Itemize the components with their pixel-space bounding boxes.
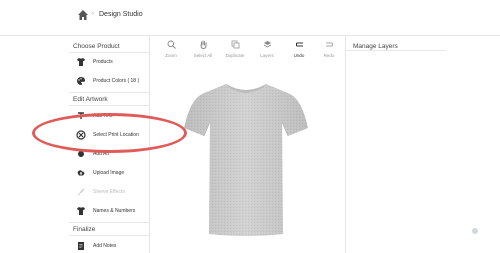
- undo-icon: [295, 42, 303, 47]
- palette-icon: [77, 77, 85, 85]
- divider: [69, 52, 150, 53]
- breadcrumb-separator: ›: [92, 11, 94, 17]
- divider: [69, 92, 150, 93]
- hand-icon: [200, 40, 206, 49]
- zoom-icon: [167, 40, 176, 49]
- manage-layers-title: Manage Layers: [353, 43, 398, 50]
- layers-button[interactable]: Layers: [251, 40, 283, 64]
- redo-label: Redo: [323, 53, 335, 58]
- tshirt-product-image: [184, 84, 308, 236]
- sidebar-item-label: Upload Image: [93, 170, 125, 176]
- sidebar-item-label: Products: [93, 59, 113, 65]
- duplicate-label: Duplicate: [225, 53, 245, 58]
- top-bar: › Design Studio: [0, 0, 500, 36]
- layers-label: Layers: [260, 53, 274, 58]
- toolbar: Zoom Select All Duplicate Layers Undo Re…: [150, 36, 345, 66]
- jersey-icon: [77, 207, 85, 215]
- section-choose-product: Choose Product: [73, 43, 120, 50]
- sidebar-item-label: Names & Numbers: [93, 208, 136, 214]
- divider: [346, 50, 446, 51]
- select-all-label: Select All: [193, 53, 213, 58]
- zoom-label: Zoom: [165, 53, 177, 58]
- duplicate-icon: [231, 40, 239, 49]
- section-finalize: Finalize: [73, 226, 96, 233]
- tshirt-icon: [77, 58, 85, 66]
- zoom-button[interactable]: Zoom: [155, 40, 187, 64]
- sidebar-item-sleeve-effects[interactable]: Sleeve Effects: [69, 184, 150, 202]
- sidebar-item-products[interactable]: Products: [69, 54, 150, 72]
- undo-label: Undo: [293, 53, 305, 58]
- layers-icon: [263, 41, 271, 48]
- redo-icon: [325, 42, 333, 47]
- highlight-circle-annotation: [32, 113, 187, 153]
- section-edit-artwork: Edit Artwork: [73, 96, 108, 103]
- sidebar-item-add-notes[interactable]: Add Notes: [69, 238, 150, 253]
- sidebar-item-label: Product Colors ( 18 ): [93, 78, 140, 84]
- sidebar-item-label: Sleeve Effects: [93, 189, 125, 195]
- duplicate-button[interactable]: Duplicate: [219, 40, 251, 64]
- divider: [69, 105, 150, 106]
- page-title: Design Studio: [99, 11, 143, 18]
- home-icon[interactable]: [77, 9, 89, 21]
- upload-icon: [77, 170, 85, 176]
- sidebar-item-upload-image[interactable]: Upload Image: [69, 165, 150, 183]
- notes-icon: [78, 242, 84, 250]
- sidebar-item-product-colors[interactable]: Product Colors ( 18 ): [69, 73, 150, 91]
- select-all-button[interactable]: Select All: [187, 40, 219, 64]
- sidebar-item-label: Add Notes: [93, 243, 117, 249]
- divider: [69, 222, 150, 223]
- divider: [69, 235, 150, 236]
- brush-icon: [78, 188, 85, 196]
- redo-button[interactable]: Redo: [313, 40, 345, 64]
- undo-button[interactable]: Undo: [283, 40, 315, 64]
- sidebar-item-names-numbers[interactable]: Names & Numbers: [69, 203, 150, 221]
- brand-logo-icon: [459, 215, 491, 247]
